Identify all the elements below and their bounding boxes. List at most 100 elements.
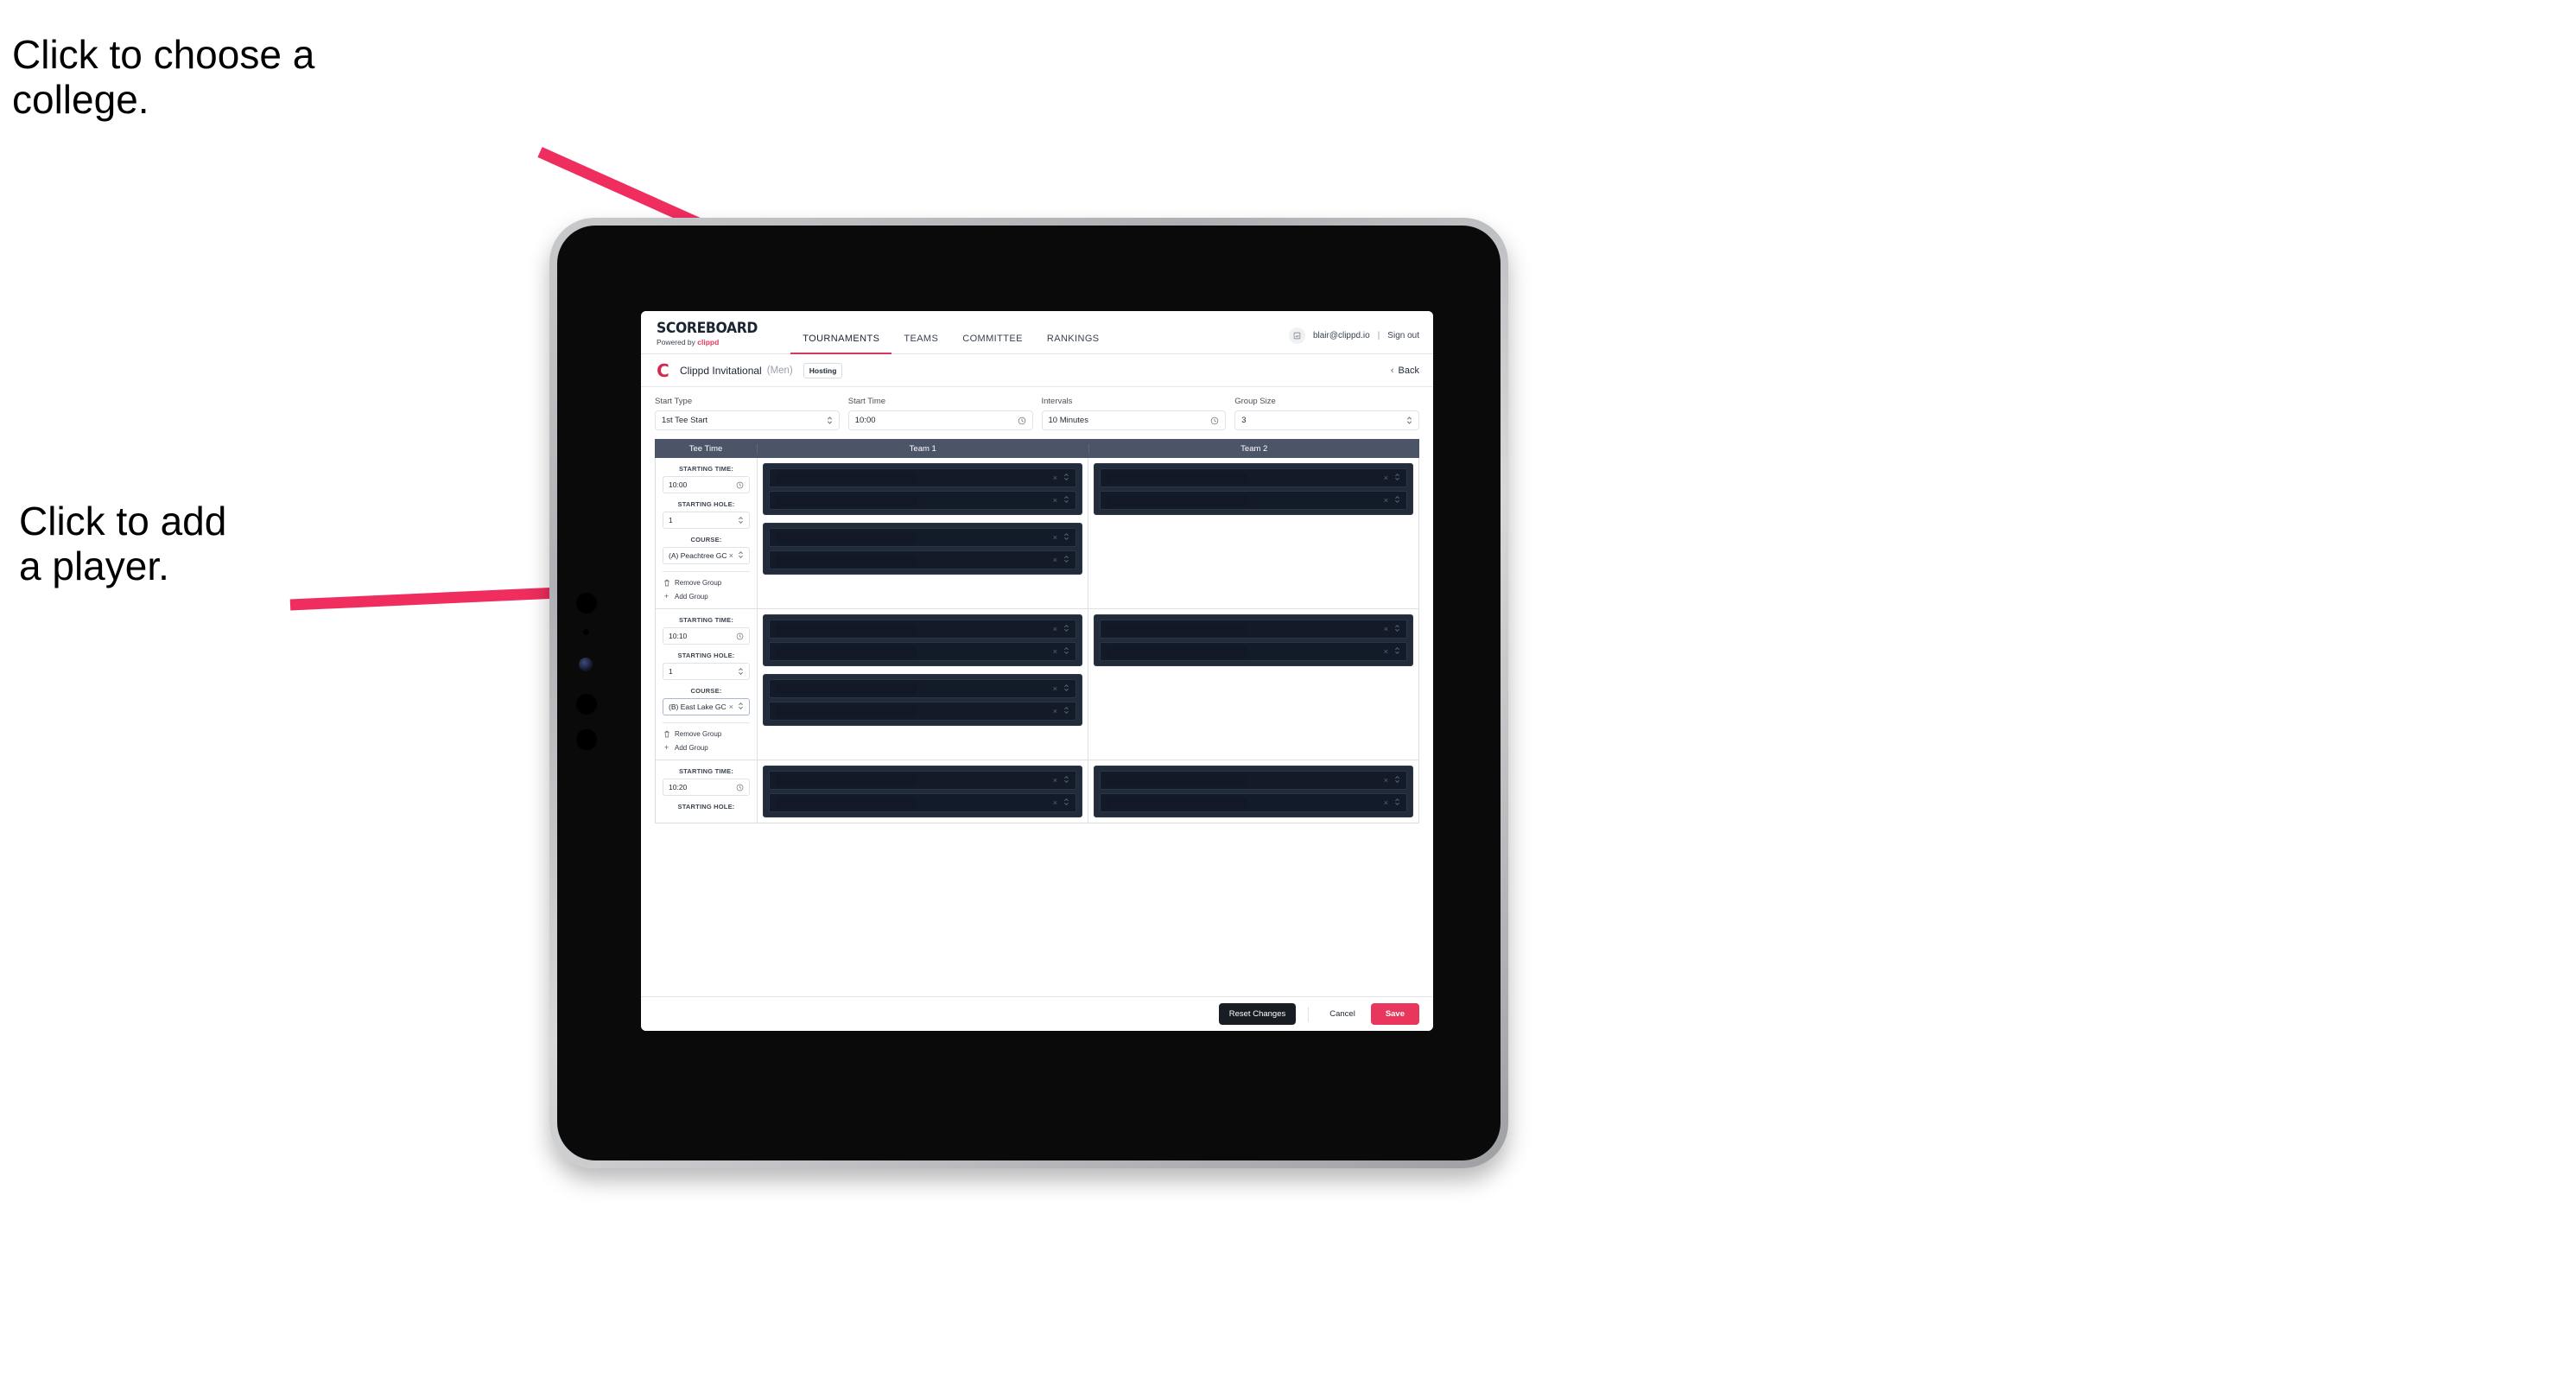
player-slot[interactable]: × <box>769 771 1076 790</box>
starting-time-input[interactable]: 10:20 <box>663 779 750 796</box>
tab-teams[interactable]: TEAMS <box>891 334 950 353</box>
close-icon[interactable]: × <box>1053 776 1057 785</box>
stepper-icon[interactable] <box>1394 775 1400 785</box>
close-icon[interactable]: × <box>1384 798 1388 807</box>
tab-tournaments[interactable]: TOURNAMENTS <box>790 334 892 354</box>
starting-hole-input[interactable]: 1 <box>663 663 750 680</box>
control-start-type-label: Start Type <box>655 397 693 406</box>
player-slot[interactable]: × <box>769 550 1076 569</box>
remove-group-button[interactable]: Remove Group <box>663 728 750 741</box>
action-footer: Reset Changes Cancel Save <box>641 996 1433 1031</box>
stepper-icon[interactable] <box>1394 646 1400 657</box>
sign-out-link[interactable]: Sign out <box>1387 331 1419 340</box>
tablet-device: SCOREBOARD Powered by clippd TOURNAMENTS… <box>549 218 1508 1168</box>
cancel-button[interactable]: Cancel <box>1321 1003 1364 1025</box>
course-select[interactable]: (B) East Lake GC × <box>663 698 750 715</box>
table-header-row: Tee Time Team 1 Team 2 <box>655 439 1419 458</box>
close-icon[interactable]: × <box>1053 625 1057 633</box>
player-slot[interactable]: × <box>1100 771 1407 790</box>
user-avatar-icon[interactable] <box>1288 327 1305 344</box>
player-slot[interactable]: × <box>1100 468 1407 487</box>
close-icon[interactable]: × <box>729 703 733 711</box>
close-icon[interactable]: × <box>1384 647 1388 656</box>
stepper-icon[interactable] <box>1063 683 1069 694</box>
close-icon[interactable]: × <box>1384 496 1388 505</box>
account-separator: | <box>1377 331 1380 340</box>
player-slot[interactable]: × <box>769 679 1076 698</box>
start-time-input[interactable]: 10:00 <box>847 410 1033 430</box>
tab-committee[interactable]: COMMITTEE <box>950 334 1035 353</box>
clock-icon <box>1018 416 1026 425</box>
tablet-sensor-dot <box>576 593 597 614</box>
save-button[interactable]: Save <box>1370 1003 1419 1025</box>
close-icon[interactable]: × <box>1053 496 1057 505</box>
starting-time-input[interactable]: 10:10 <box>663 627 750 645</box>
tab-rankings[interactable]: RANKINGS <box>1035 334 1112 353</box>
intervals-input[interactable]: 10 Minutes <box>1041 410 1227 430</box>
stepper-icon[interactable] <box>1394 495 1400 505</box>
stepper-icon[interactable] <box>738 516 744 525</box>
group-size-stepper[interactable]: 3 <box>1234 410 1419 430</box>
player-slot[interactable]: × <box>769 468 1076 487</box>
close-icon[interactable]: × <box>1053 533 1057 542</box>
tablet-sensor-dot <box>576 694 597 715</box>
stepper-icon[interactable] <box>1063 646 1069 657</box>
starting-time-input[interactable]: 10:00 <box>663 476 750 493</box>
stepper-icon[interactable] <box>1394 624 1400 634</box>
stepper-icon[interactable] <box>1394 473 1400 483</box>
player-slot[interactable]: × <box>1100 793 1407 812</box>
start-type-select[interactable]: 1st Tee Start <box>655 410 840 430</box>
remove-group-button[interactable]: Remove Group <box>663 576 750 589</box>
close-icon[interactable]: × <box>1053 684 1057 693</box>
player-slot[interactable]: × <box>1100 642 1407 661</box>
player-slot[interactable]: × <box>769 491 1076 510</box>
player-slot[interactable]: × <box>1100 491 1407 510</box>
stepper-icon[interactable] <box>1063 775 1069 785</box>
player-slot[interactable]: × <box>769 528 1076 547</box>
stepper-icon <box>827 416 833 425</box>
player-name-redacted <box>776 797 917 809</box>
tablet-sensor-dot <box>583 629 589 635</box>
close-icon[interactable]: × <box>1053 647 1057 656</box>
team-2-cell: × × <box>1088 458 1418 608</box>
stepper-icon[interactable] <box>1063 798 1069 808</box>
close-icon[interactable]: × <box>1384 474 1388 482</box>
stepper-icon[interactable] <box>738 667 744 676</box>
stepper-icon[interactable] <box>1063 624 1069 634</box>
player-slot[interactable]: × <box>769 702 1076 721</box>
player-slot[interactable]: × <box>1100 620 1407 639</box>
reset-changes-button[interactable]: Reset Changes <box>1218 1003 1297 1025</box>
back-link[interactable]: ‹ Back <box>1391 366 1419 376</box>
stepper-icon[interactable] <box>1063 532 1069 543</box>
close-icon[interactable]: × <box>729 551 733 560</box>
close-icon[interactable]: × <box>1053 474 1057 482</box>
stepper-icon[interactable] <box>1063 706 1069 716</box>
close-icon[interactable]: × <box>1053 707 1057 715</box>
starting-time-label: STARTING TIME: <box>678 767 734 775</box>
player-slot-actions: × <box>1053 775 1069 785</box>
stepper-icon[interactable] <box>1394 798 1400 808</box>
player-slot-actions: × <box>1053 624 1069 634</box>
player-slot[interactable]: × <box>769 620 1076 639</box>
close-icon[interactable]: × <box>1384 776 1388 785</box>
team-1-cell: × × × × <box>758 609 1088 760</box>
stepper-icon[interactable] <box>1063 473 1069 483</box>
stepper-icon[interactable] <box>1063 555 1069 565</box>
close-icon[interactable]: × <box>1384 625 1388 633</box>
starting-hole-input[interactable]: 1 <box>663 512 750 529</box>
stepper-icon[interactable] <box>1063 495 1069 505</box>
player-slot[interactable]: × <box>769 793 1076 812</box>
close-icon[interactable]: × <box>1053 798 1057 807</box>
close-icon[interactable]: × <box>1053 556 1057 564</box>
course-select[interactable]: (A) Peachtree GC × <box>663 547 750 564</box>
tee-time-cell: STARTING TIME: 10:00 STARTING HOLE: 1 COURSE… <box>656 458 758 608</box>
stepper-icon[interactable] <box>738 702 744 712</box>
clock-icon <box>736 481 744 489</box>
add-group-button[interactable]: + Add Group <box>663 741 750 754</box>
scoreboard-logo[interactable]: SCOREBOARD Powered by clippd <box>657 320 766 353</box>
stepper-icon[interactable] <box>738 550 744 561</box>
player-slot[interactable]: × <box>769 642 1076 661</box>
player-name-redacted <box>1107 774 1248 786</box>
chevron-left-icon: ‹ <box>1390 365 1394 376</box>
add-group-button[interactable]: + Add Group <box>663 589 750 603</box>
